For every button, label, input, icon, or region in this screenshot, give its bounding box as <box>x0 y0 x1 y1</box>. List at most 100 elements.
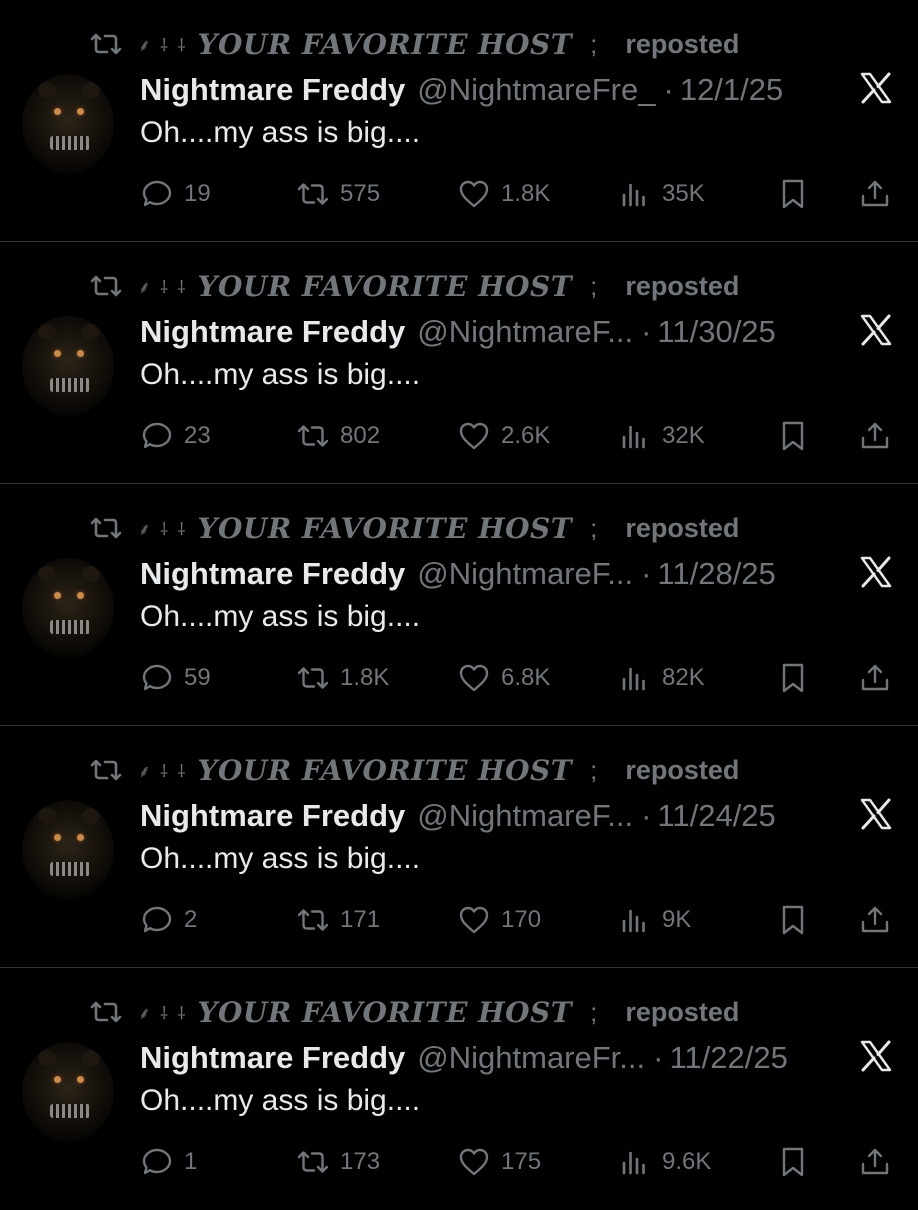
tweet[interactable]: ⸙ ⸸ ⸸ YOUR FAVORITE HOST ; reposted Nigh… <box>0 242 918 484</box>
reply-icon <box>140 1145 174 1179</box>
retweet-button[interactable]: 171 <box>296 898 380 942</box>
retweet-button[interactable]: 802 <box>296 414 380 458</box>
retweet-count: 802 <box>340 422 381 449</box>
author-name[interactable]: Nightmare Freddy <box>140 798 405 834</box>
reply-button[interactable]: 1 <box>140 1140 197 1184</box>
tweet-actions: 2 171 170 9K <box>0 898 918 942</box>
tweet[interactable]: ⸙ ⸸ ⸸ YOUR FAVORITE HOST ; reposted Nigh… <box>0 0 918 242</box>
views-button[interactable]: 82K <box>618 656 705 700</box>
share-button[interactable] <box>858 898 892 942</box>
views-button[interactable]: 9K <box>618 898 691 942</box>
views-icon <box>618 419 652 453</box>
reply-count: 23 <box>184 422 211 449</box>
like-count: 175 <box>501 1148 542 1175</box>
like-button[interactable]: 2.6K <box>457 414 550 458</box>
share-button[interactable] <box>858 656 892 700</box>
like-button[interactable]: 175 <box>457 1140 541 1184</box>
avatar[interactable] <box>22 1042 114 1142</box>
reposter-name[interactable]: YOUR FAVORITE HOST <box>198 28 573 61</box>
header-separator: · <box>653 1040 664 1075</box>
author-name[interactable]: Nightmare Freddy <box>140 72 405 108</box>
repost-separator: ; <box>590 996 598 1027</box>
reply-icon <box>140 419 174 453</box>
author-handle[interactable]: @NightmareF... <box>417 556 633 592</box>
avatar[interactable] <box>22 800 114 900</box>
header-separator: · <box>641 798 652 833</box>
tweet[interactable]: ⸙ ⸸ ⸸ YOUR FAVORITE HOST ; reposted Nigh… <box>0 726 918 968</box>
tweet-date[interactable]: 11/30/25 <box>657 314 775 350</box>
views-button[interactable]: 9.6K <box>618 1140 711 1184</box>
bookmark-button[interactable] <box>776 898 810 942</box>
retweet-icon <box>296 177 330 211</box>
reply-button[interactable]: 2 <box>140 898 197 942</box>
reply-count: 1 <box>184 1148 198 1175</box>
share-icon <box>858 177 892 211</box>
share-icon <box>858 903 892 937</box>
repost-separator: ; <box>590 512 598 543</box>
views-button[interactable]: 35K <box>618 172 705 216</box>
author-name[interactable]: Nightmare Freddy <box>140 556 405 592</box>
share-button[interactable] <box>858 1140 892 1184</box>
avatar[interactable] <box>22 316 114 416</box>
views-button[interactable]: 32K <box>618 414 705 458</box>
retweet-icon <box>296 661 330 695</box>
reply-button[interactable]: 23 <box>140 414 211 458</box>
tweet[interactable]: ⸙ ⸸ ⸸ YOUR FAVORITE HOST ; reposted Nigh… <box>0 968 918 1210</box>
bookmark-icon <box>776 177 810 211</box>
views-count: 32K <box>662 422 705 449</box>
retweet-count: 1.8K <box>340 664 390 691</box>
tweet-actions: 19 575 1.8K 35K <box>0 172 918 216</box>
like-button[interactable]: 1.8K <box>457 172 550 216</box>
retweet-count: 173 <box>340 1148 381 1175</box>
reposter-name[interactable]: YOUR FAVORITE HOST <box>198 754 573 787</box>
tweet[interactable]: ⸙ ⸸ ⸸ YOUR FAVORITE HOST ; reposted Nigh… <box>0 484 918 726</box>
repost-separator: ; <box>590 270 598 301</box>
author-name[interactable]: Nightmare Freddy <box>140 1040 405 1076</box>
author-handle[interactable]: @NightmareF... <box>417 314 633 350</box>
author-handle[interactable]: @NightmareFr... <box>417 1040 645 1076</box>
avatar[interactable] <box>22 558 114 658</box>
reply-count: 19 <box>184 180 211 207</box>
reposter-name[interactable]: YOUR FAVORITE HOST <box>198 512 573 545</box>
like-button[interactable]: 170 <box>457 898 541 942</box>
heart-icon <box>457 903 491 937</box>
reposter-name[interactable]: YOUR FAVORITE HOST <box>198 996 573 1029</box>
heart-icon <box>457 1145 491 1179</box>
bookmark-button[interactable] <box>776 414 810 458</box>
timeline-feed: ⸙ ⸸ ⸸ YOUR FAVORITE HOST ; reposted Nigh… <box>0 0 918 1210</box>
repost-icon <box>88 756 124 784</box>
like-button[interactable]: 6.8K <box>457 656 550 700</box>
author-handle[interactable]: @NightmareFre_ <box>417 72 655 108</box>
share-button[interactable] <box>858 414 892 458</box>
bookmark-icon <box>776 903 810 937</box>
bookmark-button[interactable] <box>776 656 810 700</box>
bookmark-button[interactable] <box>776 172 810 216</box>
x-logo-icon <box>858 796 894 832</box>
author-handle[interactable]: @NightmareF... <box>417 798 633 834</box>
repost-indicator: ⸙ ⸸ ⸸ YOUR FAVORITE HOST ; reposted <box>88 268 739 304</box>
reposter-name[interactable]: YOUR FAVORITE HOST <box>198 270 573 303</box>
tweet-date[interactable]: 11/24/25 <box>657 798 775 834</box>
repost-decoration: ⸙ ⸸ ⸸ <box>138 277 188 298</box>
tweet-text: Oh....my ass is big.... <box>140 842 421 875</box>
bookmark-button[interactable] <box>776 1140 810 1184</box>
retweet-button[interactable]: 575 <box>296 172 380 216</box>
reply-button[interactable]: 19 <box>140 172 211 216</box>
retweet-button[interactable]: 1.8K <box>296 656 389 700</box>
repost-icon <box>88 30 124 58</box>
tweet-text: Oh....my ass is big.... <box>140 358 421 391</box>
author-name[interactable]: Nightmare Freddy <box>140 314 405 350</box>
repost-icon <box>88 998 124 1026</box>
tweet-date[interactable]: 12/1/25 <box>680 72 783 108</box>
share-button[interactable] <box>858 172 892 216</box>
heart-icon <box>457 419 491 453</box>
reply-button[interactable]: 59 <box>140 656 211 700</box>
tweet-header: Nightmare Freddy @NightmareF... · 11/30/… <box>140 312 776 352</box>
reply-count: 2 <box>184 906 198 933</box>
tweet-date[interactable]: 11/28/25 <box>657 556 775 592</box>
retweet-button[interactable]: 173 <box>296 1140 380 1184</box>
repost-indicator: ⸙ ⸸ ⸸ YOUR FAVORITE HOST ; reposted <box>88 510 739 546</box>
avatar[interactable] <box>22 74 114 174</box>
reposted-label: reposted <box>625 512 740 543</box>
tweet-date[interactable]: 11/22/25 <box>669 1040 787 1076</box>
